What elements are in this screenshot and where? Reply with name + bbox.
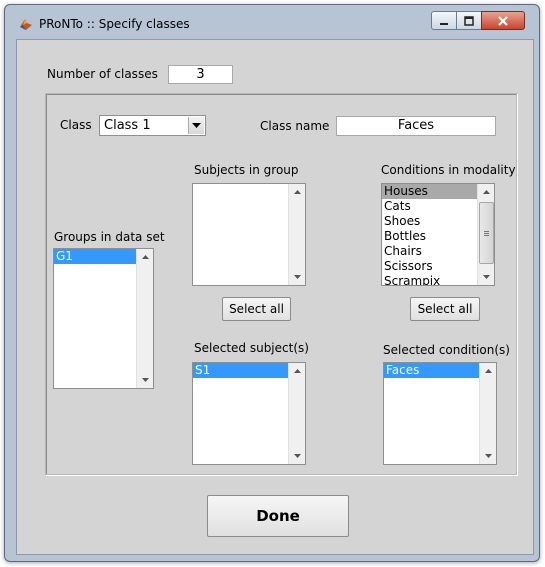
- list-item[interactable]: Scrampix: [382, 274, 477, 285]
- class-label: Class: [60, 118, 92, 132]
- selected-conditions-items: Faces: [384, 363, 479, 378]
- scroll-down-arrow[interactable]: [137, 372, 153, 388]
- subjects-in-group-list[interactable]: [192, 183, 306, 286]
- number-of-classes-label: Number of classes: [47, 67, 158, 81]
- close-icon: [498, 15, 508, 26]
- window-title: PRoNTo :: Specify classes: [39, 17, 190, 31]
- list-item[interactable]: Shoes: [382, 214, 477, 229]
- scroll-down-arrow[interactable]: [289, 269, 305, 285]
- matlab-icon: [20, 19, 32, 30]
- scroll-up-arrow[interactable]: [478, 184, 494, 200]
- close-button[interactable]: [481, 11, 525, 30]
- minimize-icon: [440, 22, 448, 25]
- selected-conditions-scrollbar[interactable]: [479, 363, 496, 464]
- arrow-up-icon: [482, 190, 490, 194]
- maximize-icon: [464, 15, 474, 26]
- arrow-up-icon: [293, 190, 301, 194]
- maximize-button[interactable]: [456, 11, 482, 30]
- grip-icon: [484, 230, 489, 236]
- groups-in-data-set-list[interactable]: G1: [53, 248, 154, 389]
- scroll-down-arrow[interactable]: [480, 448, 496, 464]
- list-item[interactable]: Bottles: [382, 229, 477, 244]
- class-name-input[interactable]: Faces: [336, 116, 496, 136]
- scroll-up-arrow[interactable]: [289, 184, 305, 200]
- selected-subjects-label: Selected subject(s): [194, 341, 309, 355]
- class-dropdown[interactable]: Class 1: [99, 115, 206, 136]
- arrow-down-icon: [484, 454, 492, 458]
- scroll-down-arrow[interactable]: [289, 448, 305, 464]
- class-name-label: Class name: [260, 119, 330, 133]
- scroll-up-arrow[interactable]: [289, 363, 305, 379]
- arrow-up-icon: [484, 369, 492, 373]
- title-bar[interactable]: PRoNTo :: Specify classes: [5, 5, 539, 37]
- groups-in-data-set-label: Groups in data set: [54, 230, 165, 244]
- groups-in-data-set-items: G1: [54, 249, 136, 264]
- arrow-down-icon: [293, 454, 301, 458]
- subjects-in-group-label: Subjects in group: [194, 163, 299, 177]
- selected-subjects-items: S1: [193, 363, 288, 378]
- selected-subjects-scrollbar[interactable]: [288, 363, 305, 464]
- selected-conditions-list[interactable]: Faces: [383, 362, 497, 465]
- list-item[interactable]: S1: [193, 363, 288, 378]
- done-button[interactable]: Done: [207, 495, 349, 537]
- conditions-in-modality-items: Houses Cats Shoes Bottles Chairs Scissors Scra…: [382, 184, 477, 285]
- list-item[interactable]: Cats: [382, 199, 477, 214]
- class-dropdown-arrow[interactable]: [188, 117, 204, 134]
- selected-subjects-list[interactable]: S1: [192, 362, 306, 465]
- scroll-up-arrow[interactable]: [480, 363, 496, 379]
- number-of-classes-input[interactable]: 3: [168, 65, 233, 84]
- minimize-button[interactable]: [431, 11, 457, 30]
- list-item[interactable]: Scissors: [382, 259, 477, 274]
- arrow-up-icon: [293, 369, 301, 373]
- list-item[interactable]: Chairs: [382, 244, 477, 259]
- arrow-up-icon: [141, 255, 149, 259]
- arrow-down-icon: [482, 275, 490, 279]
- select-all-subjects-button[interactable]: Select all: [222, 297, 291, 321]
- scroll-down-arrow[interactable]: [478, 269, 494, 285]
- arrow-down-icon: [141, 378, 149, 382]
- groups-scrollbar[interactable]: [136, 249, 153, 388]
- scroll-thumb[interactable]: [479, 202, 494, 264]
- list-item[interactable]: G1: [54, 249, 136, 264]
- dialog-content: Number of classes 3 Class Class 1 Class …: [16, 39, 534, 555]
- arrow-down-icon: [293, 275, 301, 279]
- chevron-down-icon: [192, 122, 201, 128]
- specify-classes-window: PRoNTo :: Specify classes Number of clas…: [4, 4, 540, 562]
- list-item[interactable]: Houses: [382, 184, 477, 199]
- conditions-in-modality-label: Conditions in modality: [381, 163, 516, 177]
- class-settings-panel: Class Class 1 Class name Faces Subjects …: [45, 93, 517, 475]
- scroll-up-arrow[interactable]: [137, 249, 153, 265]
- class-dropdown-value: Class 1: [104, 118, 151, 133]
- subjects-scrollbar[interactable]: [288, 184, 305, 285]
- select-all-conditions-button[interactable]: Select all: [410, 297, 480, 321]
- list-item[interactable]: Faces: [384, 363, 479, 378]
- conditions-scrollbar[interactable]: [477, 184, 494, 285]
- selected-conditions-label: Selected condition(s): [383, 343, 510, 357]
- conditions-in-modality-list[interactable]: Houses Cats Shoes Bottles Chairs Scissors Scra…: [381, 183, 495, 286]
